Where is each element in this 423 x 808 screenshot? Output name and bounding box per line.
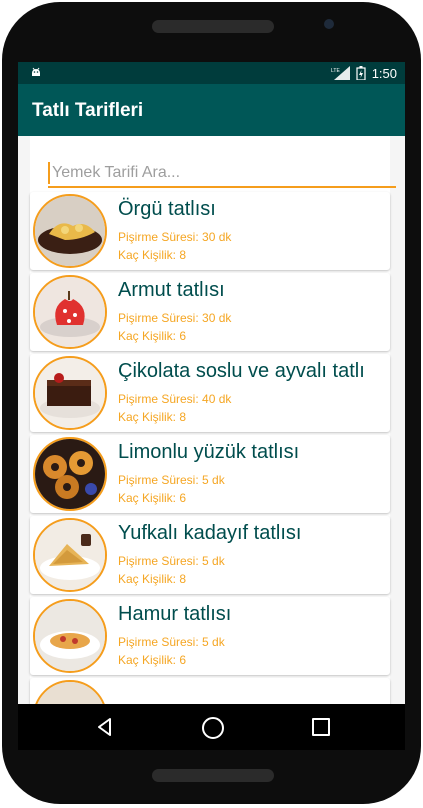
recipe-list-item[interactable]: Çikolata soslu ve ayvalı tatlı Pişirme S… [30,354,390,432]
recipe-list-item[interactable]: Örgü tatlısı Pişirme Süresi: 30 dk Kaç K… [30,192,390,270]
recipe-photo [33,194,107,268]
navigation-bar [18,704,405,750]
recipe-photo [33,356,107,430]
recipe-photo [33,437,107,511]
recipe-photo [33,680,107,704]
recipe-list-item[interactable]: Armut tatlısı Pişirme Süresi: 30 dk Kaç … [30,273,390,351]
front-camera [324,19,334,29]
recipe-name: Çikolata soslu ve ayvalı tatlı [118,360,365,382]
recipe-list-item[interactable]: Hamur tatlısı Pişirme Süresi: 5 dk Kaç K… [30,597,390,675]
content-area: Örgü tatlısı Pişirme Süresi: 30 dk Kaç K… [18,136,405,704]
android-icon [32,67,40,76]
recipe-cook-time: Pişirme Süresi: 5 dk [118,473,225,487]
back-icon[interactable] [94,716,116,738]
recipe-servings: Kaç Kişilik: 8 [118,248,187,262]
home-icon[interactable] [202,717,224,739]
status-bar: LTE 1:50 [18,62,405,84]
recipe-name: Hamur tatlısı [118,603,232,625]
device-screen: LTE 1:50 Tatlı Tarifleri Yemek Tarifi Ar… [18,62,405,704]
recipe-photo [33,518,107,592]
recipe-cook-time: Pişirme Süresi: 30 dk [118,230,232,244]
recipe-list-item[interactable]: Yufkalı kadayıf tatlısı Pişirme Süresi: … [30,516,390,594]
recipe-name: Örgü tatlısı [118,198,216,220]
recipe-servings: Kaç Kişilik: 8 [118,410,187,424]
recipe-list-item[interactable]: Limonlu yüzük tatlısı Pişirme Süresi: 5 … [30,435,390,513]
recipe-cook-time: Pişirme Süresi: 5 dk [118,635,225,649]
recipe-list-item-partial[interactable] [30,678,390,704]
app-title: Tatlı Tarifleri [32,100,144,121]
earpiece-speaker [152,20,274,33]
search-input[interactable] [48,162,400,184]
recipe-servings: Kaç Kişilik: 6 [118,653,187,667]
app-bar: Tatlı Tarifleri [18,84,405,136]
recipe-photo [33,599,107,673]
lte-signal-icon: LTE [331,66,350,80]
recent-apps-icon[interactable] [312,718,330,736]
recipe-servings: Kaç Kişilik: 6 [118,491,187,505]
status-time: 1:50 [371,65,397,81]
recipe-cook-time: Pişirme Süresi: 30 dk [118,311,232,325]
recipe-photo [33,275,107,349]
svg-text:LTE: LTE [331,68,340,74]
recipe-name: Limonlu yüzük tatlısı [118,441,300,463]
recipe-name: Yufkalı kadayıf tatlısı [118,522,302,544]
bottom-speaker [152,769,274,782]
recipe-servings: Kaç Kişilik: 6 [118,329,187,343]
recipe-servings: Kaç Kişilik: 8 [118,572,187,586]
battery-icon [356,66,366,80]
recipe-cook-time: Pişirme Süresi: 40 dk [118,392,232,406]
recipe-cook-time: Pişirme Süresi: 5 dk [118,554,225,568]
recipe-name: Armut tatlısı [118,279,225,301]
search-field[interactable] [48,162,400,188]
